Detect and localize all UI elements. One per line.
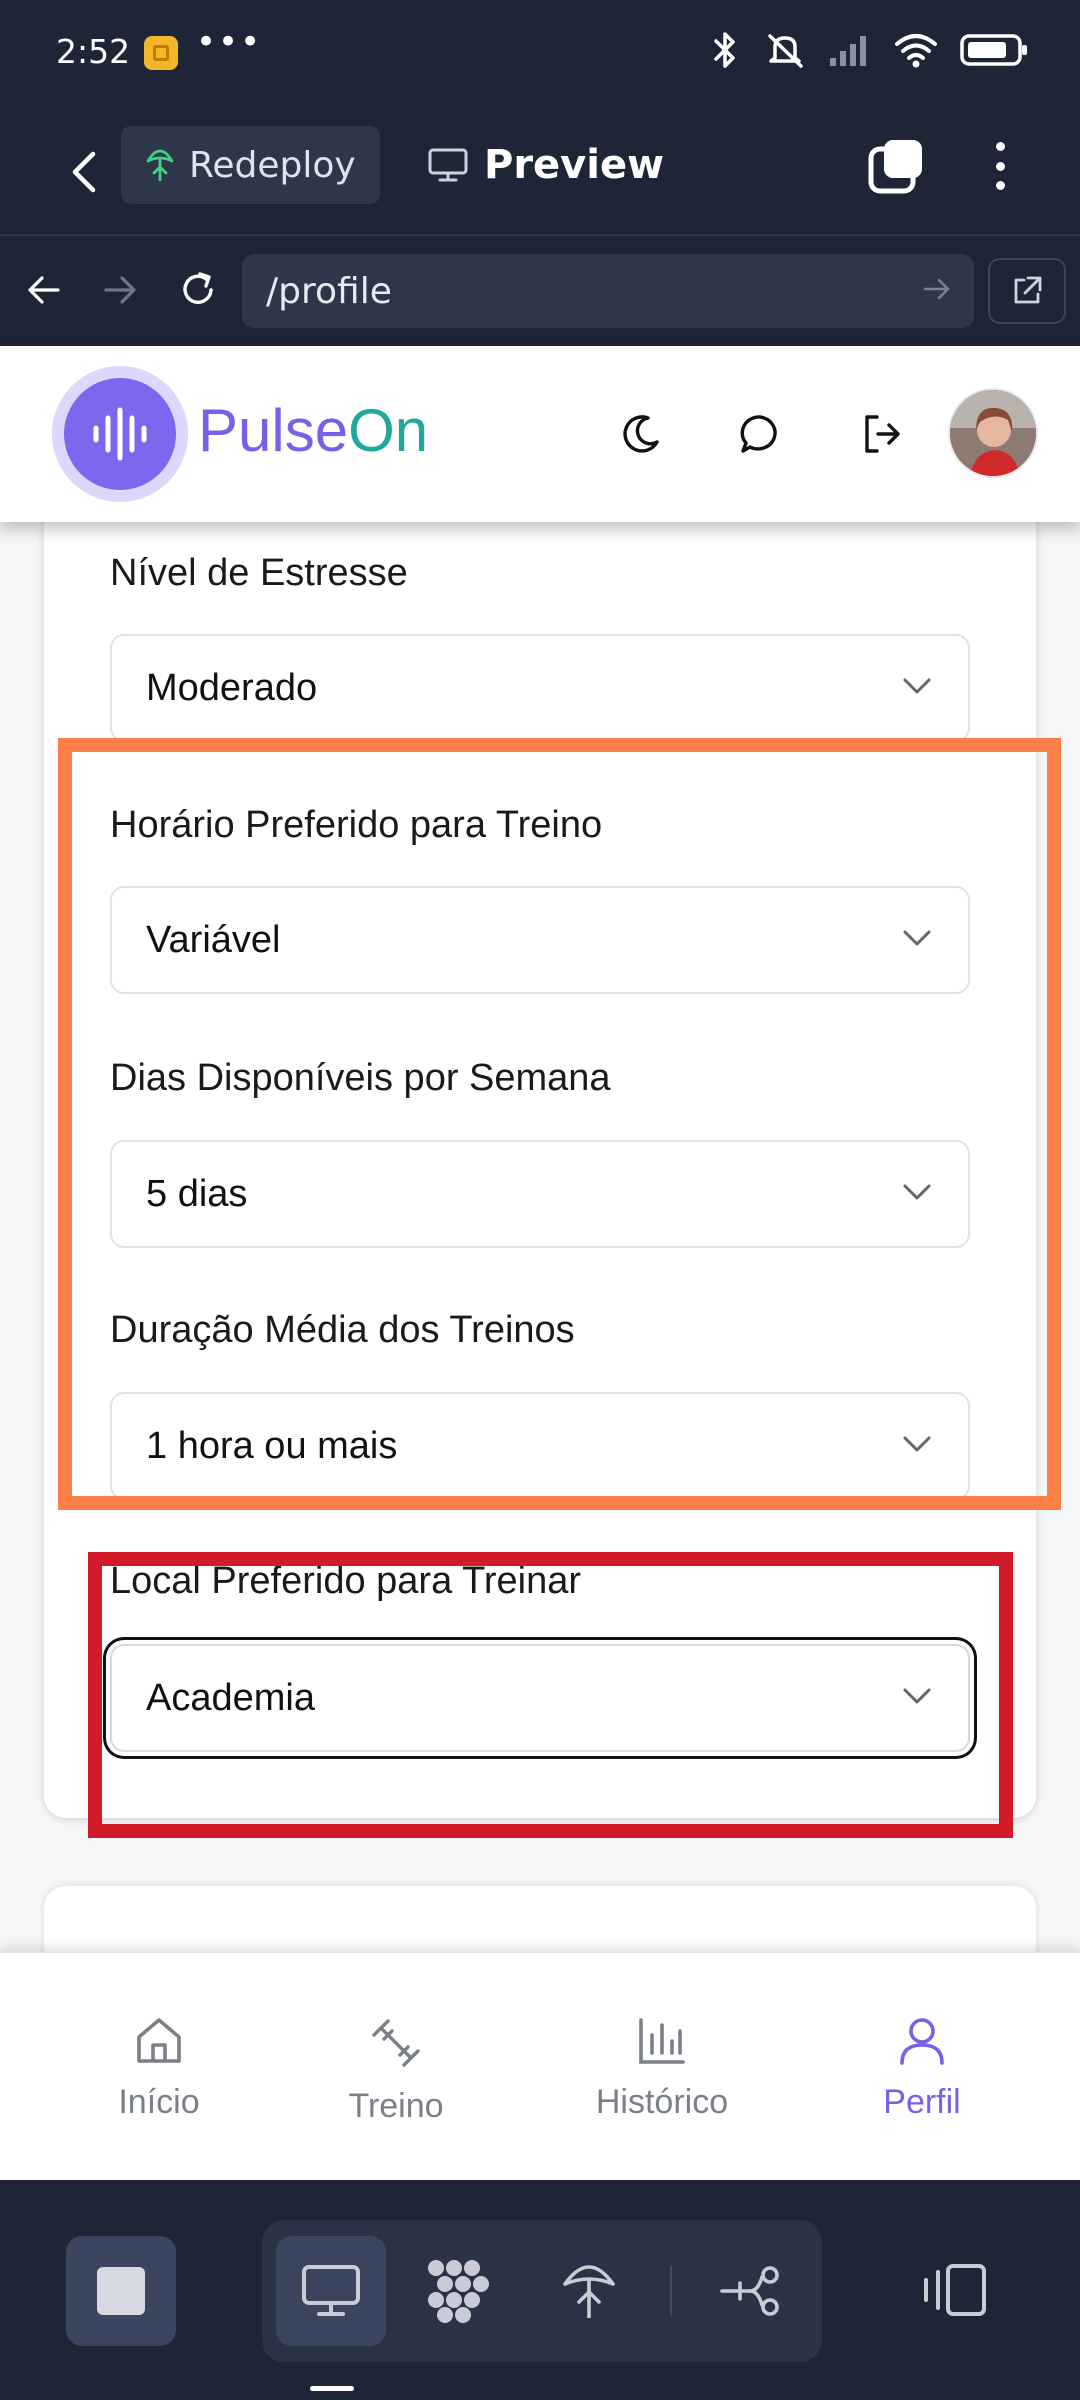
arrow-right-icon (104, 276, 136, 304)
external-link-icon (1014, 276, 1042, 304)
logo[interactable] (64, 378, 176, 490)
preview-mode-button[interactable] (276, 2236, 386, 2346)
logout-button[interactable] (854, 406, 910, 462)
open-external-button[interactable] (988, 258, 1066, 324)
soundwave-icon (93, 407, 147, 461)
bluetooth-icon (714, 32, 735, 68)
stress-level-label: Nível de Estresse (110, 552, 408, 594)
url-text: /profile (266, 270, 392, 312)
wifi-icon (895, 34, 937, 68)
redeploy-icon (146, 149, 174, 181)
stop-button[interactable] (66, 2236, 176, 2346)
bottom-navigation: Início Treino Histórico Perfil (0, 1952, 1080, 2180)
highlight-box-orange (58, 738, 1061, 1510)
stress-level-select[interactable]: Moderado (110, 634, 970, 742)
mute-icon (768, 34, 803, 68)
browser-reload-button[interactable] (170, 262, 226, 318)
status-more-notifications: ••• (196, 22, 263, 62)
home-indicator (310, 2386, 354, 2391)
nav-item-perfil[interactable]: Perfil (822, 2015, 1022, 2122)
toolbar-divider (670, 2266, 672, 2316)
arrow-left-icon (28, 276, 60, 304)
reload-icon (183, 272, 213, 304)
git-branch-icon (720, 2266, 779, 2316)
chat-button[interactable] (732, 406, 788, 462)
nav-item-inicio[interactable]: Início (59, 2015, 259, 2122)
status-icons (708, 30, 1030, 70)
theme-toggle-button[interactable] (612, 406, 668, 462)
arrow-left-icon (72, 151, 96, 193)
brand-name: PulseOn (198, 396, 428, 465)
nav-label-historico: Histórico (595, 2083, 729, 2121)
go-arrow-icon[interactable] (922, 274, 952, 304)
browser-forward-button[interactable] (92, 262, 148, 318)
monitor-icon (302, 2265, 360, 2316)
nav-label-inicio: Início (118, 2083, 200, 2121)
more-options-button[interactable] (980, 138, 1020, 194)
tabs-icon (868, 140, 922, 194)
user-icon (900, 2018, 944, 2065)
url-input[interactable]: /profile (242, 254, 974, 328)
browser-url-bar: /profile (0, 236, 1080, 346)
monitor-icon (428, 148, 468, 182)
bar-chart-icon (639, 2018, 685, 2064)
appbar: Redeploy Preview (0, 108, 1080, 236)
brand-part-2: On (348, 397, 429, 464)
deploy-button[interactable] (534, 2236, 644, 2346)
preview-label: Preview (484, 142, 665, 188)
log-out-icon (865, 415, 900, 453)
panels-icon (924, 2264, 986, 2316)
signal-icon (830, 36, 866, 66)
avatar-photo (950, 390, 1036, 476)
status-bar: 2:52 ••• (0, 0, 1080, 108)
stop-icon (97, 2267, 145, 2315)
status-time: 2:52 (56, 32, 131, 71)
home-icon (137, 2018, 181, 2063)
workspace-button[interactable] (404, 2236, 514, 2346)
tabs-switcher-button[interactable] (868, 138, 924, 194)
avatar[interactable] (948, 388, 1038, 478)
redeploy-button[interactable]: Redeploy (121, 126, 380, 204)
nav-item-treino[interactable]: Treino (296, 2015, 496, 2126)
layout-toggle-button[interactable] (922, 2262, 988, 2322)
battery-icon (960, 34, 1027, 66)
message-circle-icon (740, 415, 777, 453)
top-chrome: 2:52 ••• Redeploy Preview /profile (0, 0, 1080, 346)
chevron-down-icon (903, 678, 931, 694)
redeploy-label: Redeploy (189, 144, 356, 186)
highlight-box-red (88, 1552, 1013, 1838)
brand-part-1: Pulse (198, 397, 349, 464)
moon-icon (623, 415, 659, 453)
preview-tab[interactable]: Preview (428, 126, 664, 204)
nav-item-historico[interactable]: Histórico (562, 2015, 762, 2122)
nav-label-treino: Treino (348, 2087, 444, 2125)
deploy-icon (563, 2265, 615, 2318)
git-button[interactable] (696, 2236, 806, 2346)
dumbbell-icon (372, 2019, 420, 2067)
stress-level-value: Moderado (146, 666, 318, 709)
back-button[interactable] (54, 142, 114, 202)
browser-back-button[interactable] (16, 262, 72, 318)
view-mode-group (262, 2220, 822, 2362)
editor-toolbar (0, 2180, 1080, 2400)
app-header: PulseOn (0, 346, 1080, 522)
nav-label-perfil: Perfil (883, 2083, 961, 2121)
grid-blob-icon (428, 2260, 489, 2323)
notification-app-icon (144, 36, 178, 70)
